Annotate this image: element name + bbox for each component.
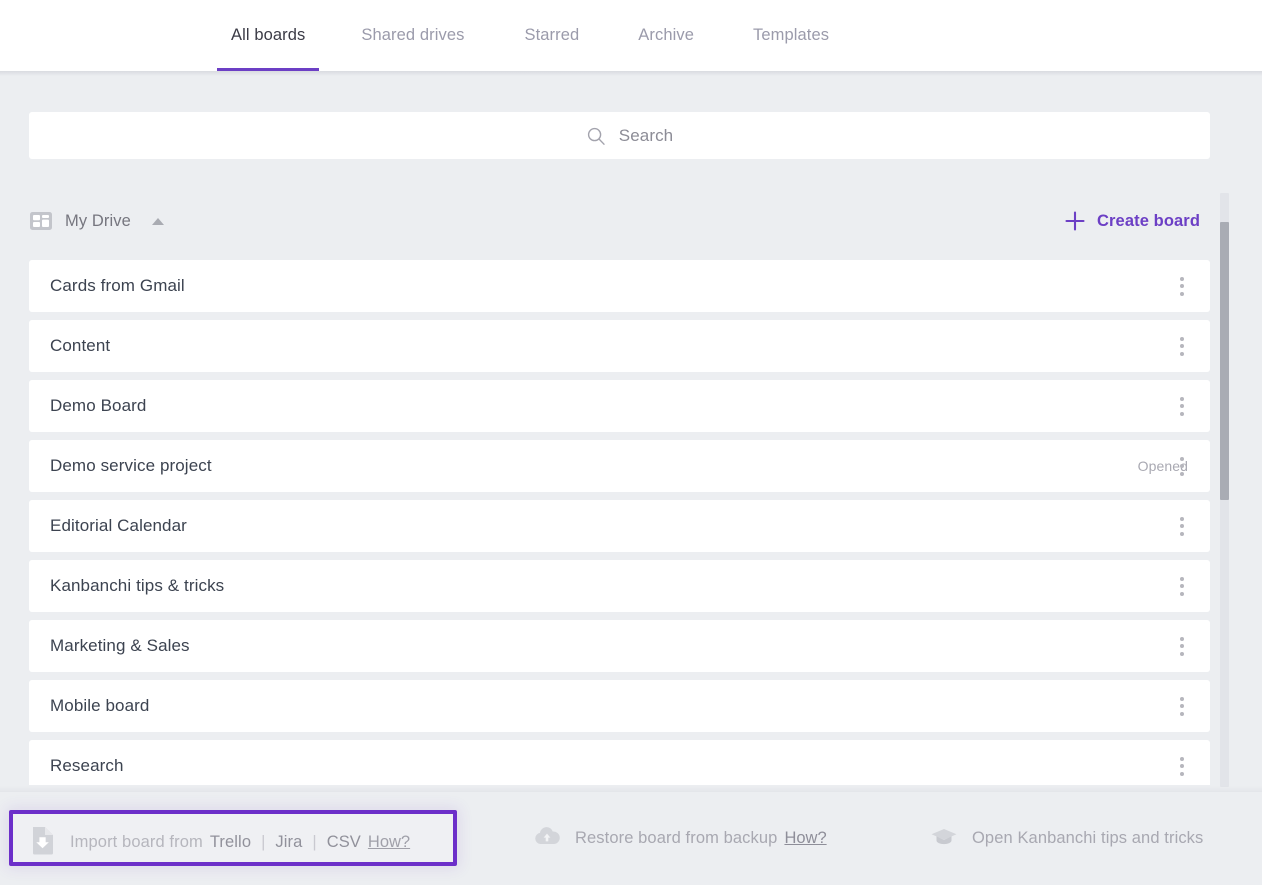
board-name: Mobile board — [50, 696, 150, 715]
import-how-link[interactable]: How? — [368, 833, 410, 852]
board-menu-icon[interactable] — [1171, 500, 1193, 552]
board-row[interactable]: Cards from Gmail — [29, 260, 1210, 312]
board-list-scrollbar-track[interactable] — [1220, 193, 1229, 787]
board-list-scrollbar-thumb[interactable] — [1220, 222, 1229, 500]
search-icon — [586, 126, 606, 146]
file-import-icon — [30, 825, 56, 860]
restore-label: Restore board from backup — [575, 829, 778, 847]
board-menu-icon[interactable] — [1171, 560, 1193, 612]
board-name: Marketing & Sales — [50, 636, 190, 655]
drive-header-row: My Drive Create board — [29, 200, 1210, 242]
board-menu-icon[interactable] — [1171, 320, 1193, 372]
board-row[interactable]: Marketing & Sales — [29, 620, 1210, 672]
drive-label: My Drive — [65, 211, 131, 230]
tab-shared-drives-label: Shared drives — [361, 26, 465, 44]
board-name: Research — [50, 756, 124, 775]
board-row[interactable]: Mobile board — [29, 680, 1210, 732]
create-board-label: Create board — [1097, 211, 1200, 230]
tab-all-boards[interactable]: All boards — [217, 0, 320, 71]
drive-toggle[interactable]: My Drive — [29, 210, 167, 232]
create-board-button[interactable]: Create board — [1064, 210, 1210, 232]
restore-how-link[interactable]: How? — [784, 829, 826, 848]
board-row[interactable]: Content — [29, 320, 1210, 372]
import-source-trello[interactable]: Trello — [210, 833, 251, 852]
tab-starred[interactable]: Starred — [510, 0, 593, 71]
tab-starred-label: Starred — [524, 26, 580, 44]
board-list: Cards from Gmail Content Demo Board Demo se… — [29, 260, 1210, 785]
tab-all-boards-label: All boards — [231, 26, 306, 44]
restore-board-action[interactable]: Restore board from backup How? — [533, 825, 827, 852]
plus-icon — [1064, 210, 1086, 232]
import-separator-1: | — [261, 833, 266, 851]
tab-templates[interactable]: Templates — [739, 0, 843, 71]
board-name: Content — [50, 336, 111, 355]
graduation-cap-icon — [930, 825, 958, 852]
import-board-action[interactable]: Import board from Trello | Jira | CSV Ho… — [30, 825, 410, 860]
board-row[interactable]: Demo Board — [29, 380, 1210, 432]
board-name: Demo Board — [50, 396, 147, 415]
tips-label: Open Kanbanchi tips and tricks — [972, 829, 1204, 847]
board-menu-icon[interactable] — [1171, 440, 1193, 492]
tab-archive-label: Archive — [638, 26, 695, 44]
board-menu-icon[interactable] — [1171, 740, 1193, 785]
board-name: Demo service project — [50, 456, 212, 475]
import-separator-2: | — [312, 833, 317, 851]
board-row[interactable]: Kanbanchi tips & tricks — [29, 560, 1210, 612]
search-input[interactable]: Search — [619, 126, 673, 146]
open-tips-action[interactable]: Open Kanbanchi tips and tricks — [930, 825, 1203, 852]
board-row[interactable]: Demo service project Opened — [29, 440, 1210, 492]
import-source-jira[interactable]: Jira — [275, 833, 302, 852]
board-grid-icon — [29, 210, 53, 232]
board-menu-icon[interactable] — [1171, 620, 1193, 672]
top-tab-bar: All boards Shared drives Starred Archive… — [0, 0, 1262, 76]
cloud-upload-icon — [533, 825, 561, 852]
import-prefix-label: Import board from — [70, 833, 203, 851]
board-name: Kanbanchi tips & tricks — [50, 576, 225, 595]
tab-templates-label: Templates — [753, 26, 830, 44]
board-menu-icon[interactable] — [1171, 380, 1193, 432]
tab-archive[interactable]: Archive — [624, 0, 708, 71]
board-menu-icon[interactable] — [1171, 680, 1193, 732]
search-bar[interactable]: Search — [29, 112, 1210, 159]
board-name: Cards from Gmail — [50, 276, 185, 295]
board-row[interactable]: Editorial Calendar — [29, 500, 1210, 552]
import-source-csv[interactable]: CSV — [327, 833, 361, 852]
tab-shared-drives[interactable]: Shared drives — [347, 0, 478, 71]
board-row[interactable]: Research — [29, 740, 1210, 785]
board-name: Editorial Calendar — [50, 516, 187, 535]
triangle-up-icon[interactable] — [149, 214, 167, 228]
board-list-page: All boards Shared drives Starred Archive… — [0, 0, 1262, 885]
board-menu-icon[interactable] — [1171, 260, 1193, 312]
